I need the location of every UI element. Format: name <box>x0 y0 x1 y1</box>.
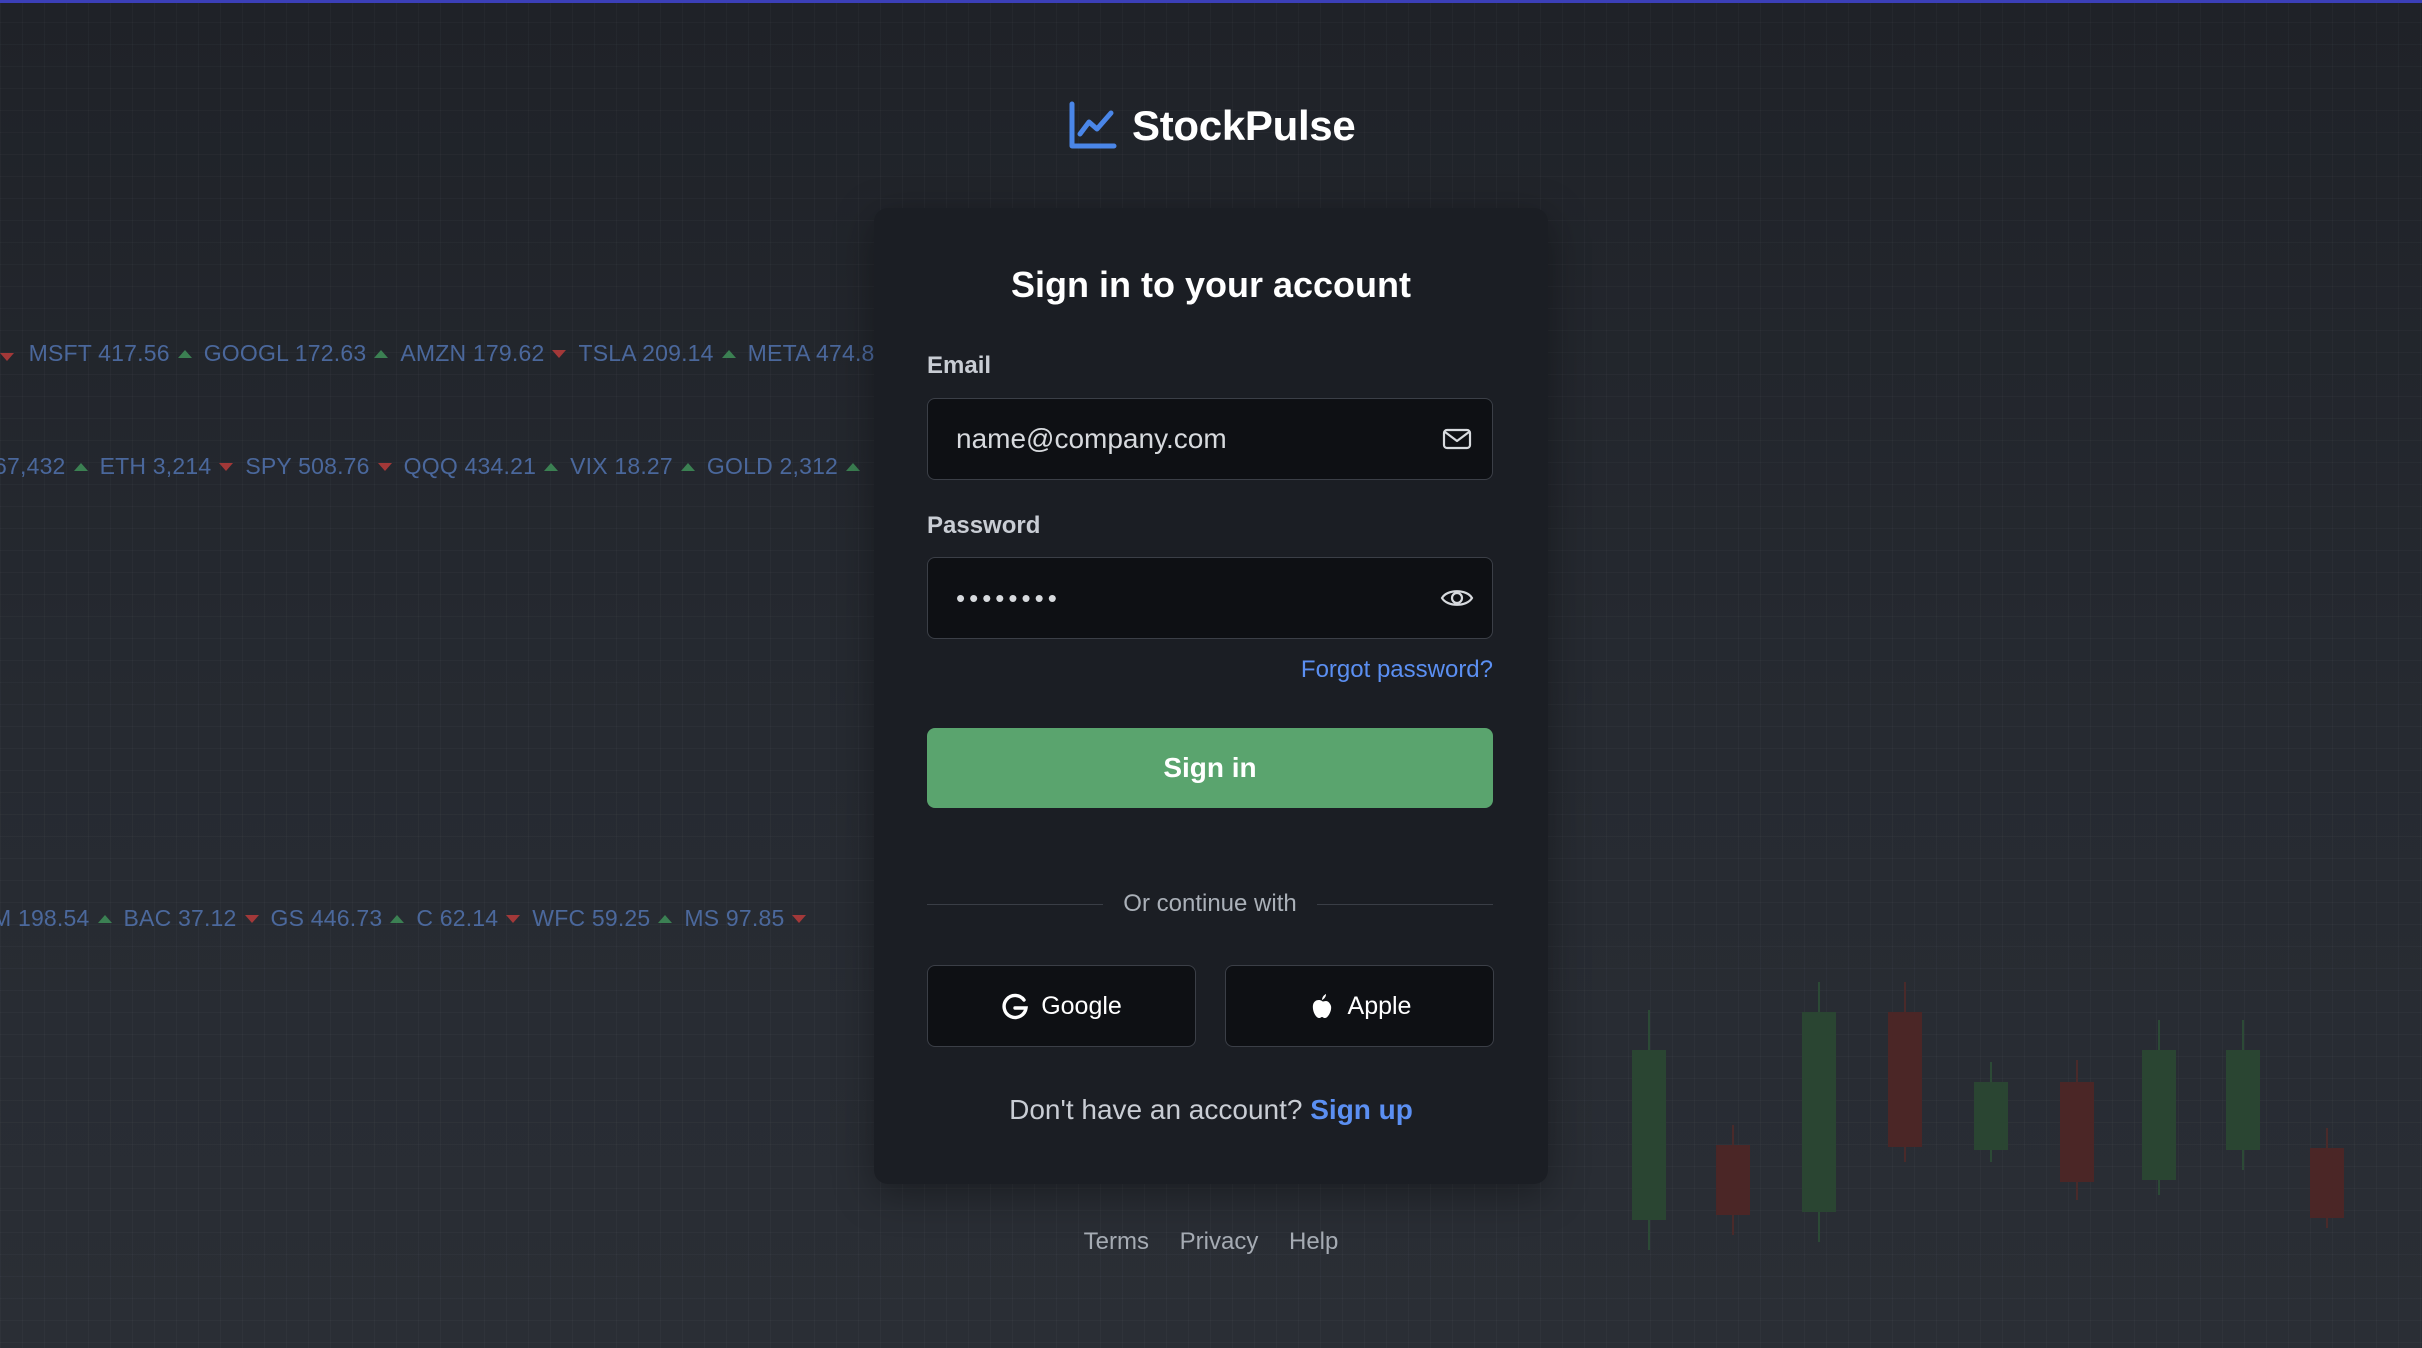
sign-up-link[interactable]: Sign up <box>1310 1094 1413 1125</box>
divider-line <box>927 903 1104 905</box>
ticker-row: 67,432 ETH 3,214 SPY 508.76 QQQ 434.21 VIX 1… <box>0 453 872 480</box>
down-arrow-icon <box>0 353 14 361</box>
down-arrow-icon <box>506 914 521 923</box>
ticker-text: BAC 37.12 <box>123 905 237 931</box>
ticker-item: VIX 18.27 <box>570 453 703 480</box>
down-arrow-icon <box>552 349 567 358</box>
ticker-item: C 62.14 <box>416 905 528 932</box>
up-arrow-icon <box>73 462 88 471</box>
ticker-item: MSFT 417.56 <box>29 340 200 367</box>
apple-label: Apple <box>1347 991 1412 1020</box>
up-arrow-icon <box>374 349 389 358</box>
ticker-item: MS 97.85 <box>684 905 814 932</box>
ticker-item: WFC 59.25 <box>532 905 680 932</box>
down-arrow-icon <box>244 914 259 923</box>
terms-link[interactable]: Terms <box>1084 1228 1149 1255</box>
ticker-text: MS 97.85 <box>684 905 785 931</box>
ticker-text: 67,432 <box>0 453 66 479</box>
ticker-text: VIX 18.27 <box>570 453 673 479</box>
password-label: Password <box>927 512 1041 539</box>
ticker-text: GS 446.73 <box>270 905 383 931</box>
up-arrow-icon <box>97 914 112 923</box>
forgot-password-link[interactable]: Forgot password? <box>1301 656 1493 684</box>
ticker-row: M 198.54 BAC 37.12 GS 446.73 C 62.14 WFC 59.… <box>0 905 818 932</box>
ticker-text: QQQ 434.21 <box>403 453 537 479</box>
ticker-item: GS 446.73 <box>271 905 413 932</box>
sign-in-button[interactable]: Sign in <box>927 728 1493 808</box>
ticker-text: AMZN 179.62 <box>400 340 545 366</box>
google-label: Google <box>1041 991 1122 1020</box>
ticker-text: C 62.14 <box>416 905 499 931</box>
up-arrow-icon <box>177 349 192 358</box>
email-label: Email <box>927 352 992 379</box>
email-value: name@company.com <box>956 423 1227 454</box>
ticker-text: MSFT 417.56 <box>28 340 170 366</box>
google-icon <box>1001 992 1029 1020</box>
up-arrow-icon <box>544 462 559 471</box>
down-arrow-icon <box>377 462 392 471</box>
ticker-text: GOLD 2,312 <box>706 453 839 479</box>
ticker-text: WFC 59.25 <box>532 905 651 931</box>
up-arrow-icon <box>680 462 695 471</box>
ticker-text: META 474.85 <box>747 340 888 366</box>
ticker-item: TSLA 209.14 <box>578 340 743 367</box>
footer-links: Terms Privacy Help <box>0 1228 2422 1256</box>
divider-text: Or continue with <box>1123 890 1297 917</box>
ticker-item: 67,432 <box>0 453 96 480</box>
page-title: Sign in to your account <box>1010 264 1411 305</box>
sign-in-card: Sign in to your account Email name@compa… <box>874 208 1548 1184</box>
help-link[interactable]: Help <box>1289 1228 1338 1255</box>
brand-name: StockPulse <box>1132 102 1356 149</box>
ticker-item: QQQ 434.21 <box>404 453 566 480</box>
ticker-item: BAC 37.12 <box>124 905 267 932</box>
apple-sign-in-button[interactable]: Apple <box>1225 965 1494 1047</box>
ticker-item: GOLD 2,312 <box>707 453 868 480</box>
up-arrow-icon <box>658 914 673 923</box>
chart-line-icon <box>1069 101 1117 149</box>
ticker-item: M 198.54 <box>0 905 120 932</box>
brand-header: StockPulse <box>1066 96 1356 156</box>
ticker-item: GOOGL 172.63 <box>204 340 397 367</box>
down-arrow-icon <box>219 462 234 471</box>
ticker-item: ETH 3,214 <box>100 453 242 480</box>
privacy-link[interactable]: Privacy <box>1180 1228 1259 1255</box>
password-value: •••••••• <box>956 582 1061 613</box>
ticker-item: SPY 508.76 <box>245 453 399 480</box>
password-field[interactable]: •••••••• <box>927 557 1493 639</box>
divider-line <box>1316 903 1494 905</box>
apple-icon <box>1308 992 1336 1020</box>
up-arrow-icon <box>721 349 736 358</box>
down-arrow-icon <box>792 914 807 923</box>
mail-icon <box>1440 422 1474 456</box>
ticker-text: TSLA 209.14 <box>578 340 714 366</box>
ticker-text: ETH 3,214 <box>99 453 212 479</box>
divider: Or continue with <box>927 888 1494 920</box>
ticker-item: AMZN 179.62 <box>400 340 574 367</box>
email-field[interactable]: name@company.com <box>927 398 1493 480</box>
ticker-text: SPY 508.76 <box>245 453 370 479</box>
top-accent-bar <box>0 0 2422 3</box>
up-arrow-icon <box>846 462 861 471</box>
signup-prompt-text: Don't have an account? <box>1009 1094 1303 1125</box>
signup-prompt: Don't have an account? Sign up <box>874 1094 1548 1126</box>
ticker-text: M 198.54 <box>0 905 90 931</box>
up-arrow-icon <box>390 914 405 923</box>
ticker-row: MSFT 417.56 GOOGL 172.63 AMZN 179.62 TSLA 2… <box>0 340 922 367</box>
eye-icon[interactable] <box>1440 581 1474 615</box>
google-sign-in-button[interactable]: Google <box>927 965 1196 1047</box>
ticker-text: GOOGL 172.63 <box>203 340 367 366</box>
